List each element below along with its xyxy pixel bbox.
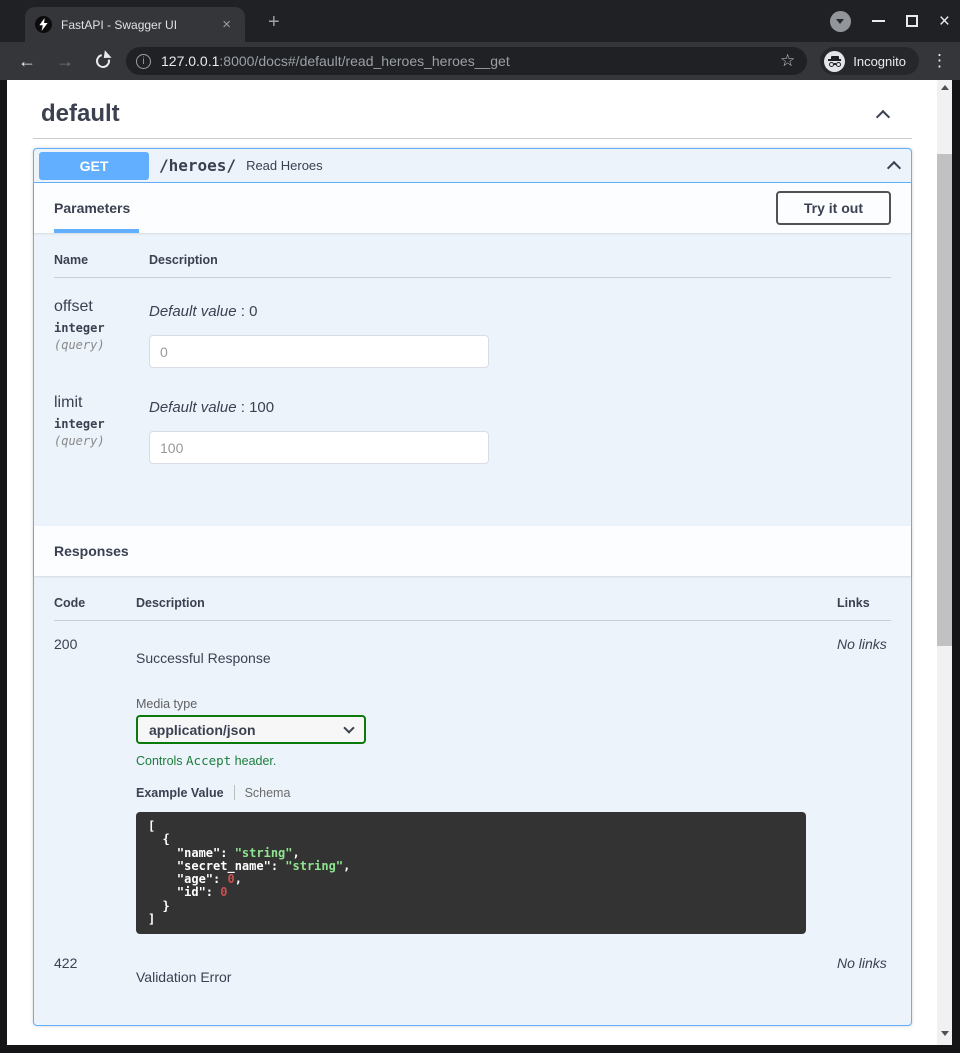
responses-header: Responses	[34, 526, 911, 576]
accept-header-hint: Controls Accept header.	[136, 753, 837, 768]
responses-table: Code Description Links 200 Successful Re…	[34, 576, 911, 1025]
endpoint-path: /heroes/	[159, 156, 236, 175]
column-header-name: Name	[54, 253, 149, 277]
tab-search-icon[interactable]	[830, 11, 851, 32]
browser-menu-icon[interactable]: ⋮	[931, 51, 948, 71]
response-200-description-cell: Successful Response Media type applicati…	[136, 621, 837, 934]
response-422-code: 422	[54, 940, 136, 985]
tab-example-value[interactable]: Example Value	[136, 786, 224, 800]
opblock-get-heroes: GET /heroes/ Read Heroes Parameters Try …	[33, 148, 912, 1026]
example-code[interactable]: [ { "name": "string", "secret_name": "st…	[136, 812, 806, 934]
site-info-icon[interactable]: i	[136, 54, 151, 69]
parameters-table: Name Description offset integer (query) …	[34, 233, 911, 526]
column-header-code: Code	[54, 596, 136, 620]
responses-title: Responses	[54, 543, 129, 559]
swagger-page: default GET /heroes/ Read Heroes Paramet…	[7, 80, 937, 1045]
divider	[234, 785, 235, 800]
window-close-button[interactable]: ×	[939, 12, 950, 31]
scroll-up-icon[interactable]	[937, 80, 952, 95]
media-type-select[interactable]: application/json	[136, 715, 366, 744]
response-200-code: 200	[54, 621, 136, 934]
response-200-links: No links	[837, 621, 891, 934]
param-offset-description-cell: Default value : 0	[149, 278, 891, 368]
collapse-operation-icon[interactable]	[887, 160, 901, 174]
column-header-description: Description	[149, 253, 891, 277]
incognito-icon	[824, 51, 845, 72]
collapse-tag-icon[interactable]	[876, 109, 890, 123]
response-422-description-cell: Validation Error	[136, 940, 837, 985]
tab-parameters[interactable]: Parameters	[54, 183, 134, 233]
scrollbar-thumb[interactable]	[937, 154, 952, 646]
window-minimize-button[interactable]	[872, 20, 885, 22]
media-type-label: Media type	[136, 697, 837, 711]
window-maximize-button[interactable]	[906, 15, 918, 27]
param-offset-name-cell: offset integer (query)	[54, 278, 149, 368]
browser-tab[interactable]: FastAPI - Swagger UI ×	[25, 7, 245, 42]
tab-title: FastAPI - Swagger UI	[61, 18, 218, 32]
chevron-down-icon	[343, 722, 354, 733]
param-offset-input[interactable]	[149, 335, 489, 368]
address-bar[interactable]: i 127.0.0.1:8000/docs#/default/read_hero…	[126, 47, 807, 75]
back-button[interactable]: ←	[18, 52, 36, 70]
url-host: 127.0.0.1	[161, 53, 219, 69]
column-header-links: Links	[837, 596, 891, 620]
url-path: :8000/docs#/default/read_heroes_heroes__…	[219, 53, 509, 69]
new-tab-button[interactable]: +	[262, 9, 286, 36]
bookmark-star-icon[interactable]: ☆	[780, 51, 795, 71]
reload-button[interactable]	[96, 54, 110, 68]
param-limit-description-cell: Default value : 100	[149, 368, 891, 464]
column-header-resp-description: Description	[136, 596, 837, 620]
browser-titlebar: FastAPI - Swagger UI × + ×	[0, 0, 960, 42]
tab-close-icon[interactable]: ×	[218, 15, 235, 34]
response-200-description: Successful Response	[136, 650, 837, 666]
opblock-summary[interactable]: GET /heroes/ Read Heroes	[34, 149, 911, 183]
page-scrollbar[interactable]	[937, 80, 952, 1045]
url-text: 127.0.0.1:8000/docs#/default/read_heroes…	[161, 53, 778, 69]
try-it-out-button[interactable]: Try it out	[776, 191, 891, 225]
forward-button[interactable]: →	[56, 52, 74, 70]
http-method-badge: GET	[39, 152, 149, 180]
endpoint-summary: Read Heroes	[246, 158, 323, 173]
browser-toolbar: ← → i 127.0.0.1:8000/docs#/default/read_…	[0, 42, 960, 80]
tag-title: default	[41, 100, 120, 128]
scroll-down-icon[interactable]	[937, 1026, 952, 1041]
param-limit-input[interactable]	[149, 431, 489, 464]
incognito-badge: Incognito	[820, 47, 919, 75]
tab-schema[interactable]: Schema	[245, 786, 291, 800]
fastapi-favicon-icon	[35, 16, 52, 33]
response-422-description: Validation Error	[136, 969, 837, 985]
param-limit-name-cell: limit integer (query)	[54, 368, 149, 464]
tag-header[interactable]: default	[33, 92, 912, 138]
parameters-header: Parameters Try it out	[34, 183, 911, 233]
incognito-label: Incognito	[853, 54, 906, 69]
response-422-links: No links	[837, 940, 891, 985]
divider	[33, 138, 912, 139]
active-tab-underline	[54, 229, 139, 233]
